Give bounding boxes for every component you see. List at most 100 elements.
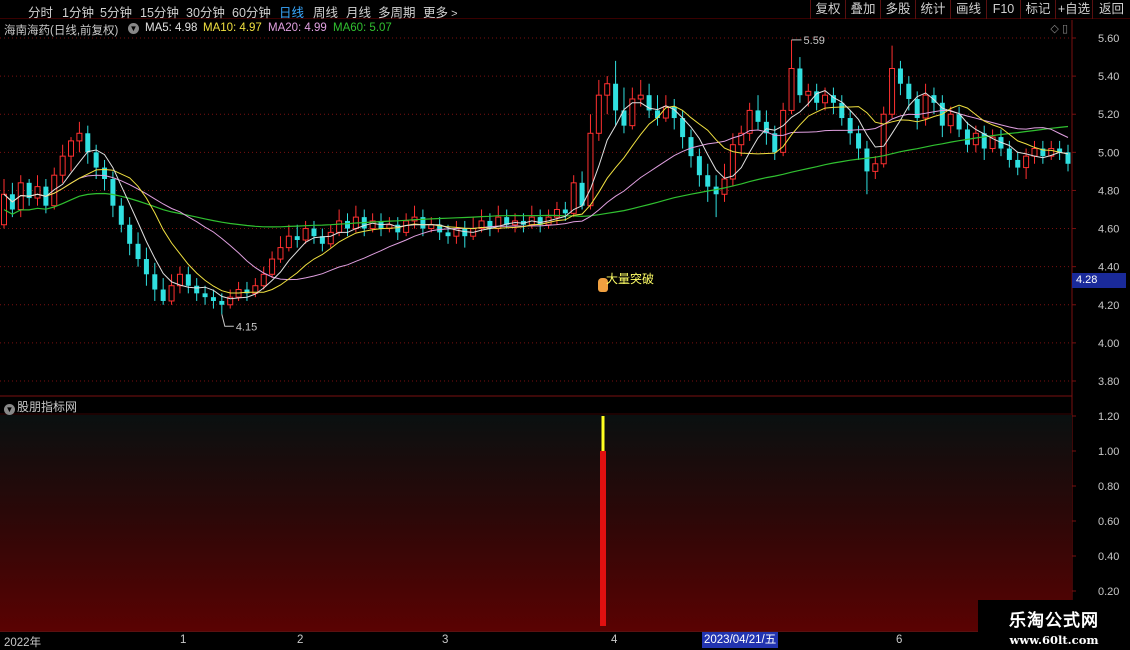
candle-body-down	[839, 102, 845, 119]
candle-body-up	[595, 94, 602, 134]
candle-body-up	[972, 132, 979, 146]
candle-body-up	[1, 193, 7, 226]
candle-body-down	[210, 297, 216, 301]
candle-body-down	[311, 228, 317, 237]
date-axis: 2022年 1 2 3 4 2023/04/21/五 6	[0, 631, 1072, 650]
indicator-axis-label: 0.60	[1098, 516, 1119, 528]
candle-body-up	[68, 140, 75, 157]
date-label-month-3: 3	[442, 634, 449, 646]
candle-body-down	[219, 300, 225, 305]
date-label-month-6: 6	[896, 634, 903, 646]
candle-body-down	[127, 224, 133, 244]
price-axis-label: 3.80	[1098, 376, 1119, 388]
candle-body-up	[889, 67, 896, 115]
candle-body-down	[93, 152, 99, 168]
indicator-axis-label: 0.80	[1098, 481, 1119, 493]
price-axis-label: 4.00	[1098, 338, 1119, 350]
candle-body-up	[788, 67, 795, 111]
candle-body-down	[981, 133, 987, 149]
candle-body-down	[864, 148, 870, 172]
candle-body-down	[847, 118, 853, 134]
indicator-axis-label: 1.20	[1098, 411, 1119, 423]
candle-body-down	[152, 274, 158, 290]
candle-body-down	[680, 118, 686, 138]
candle-body-down	[897, 68, 903, 84]
signal-label: 大量突破	[598, 270, 654, 287]
candle-body-up	[34, 186, 41, 199]
candle-body-down	[445, 232, 451, 237]
candle-body-down	[562, 209, 568, 214]
watermark-url: www.60lt.com	[1009, 633, 1099, 647]
signal-bar	[600, 451, 606, 626]
current-price-tag: 4.28	[1072, 273, 1126, 288]
signal-text: 大量突破	[606, 272, 655, 286]
candle-body-up	[336, 220, 343, 233]
candle-body-down	[856, 133, 862, 149]
candle-body-down	[160, 289, 166, 301]
candle-body-up	[587, 132, 594, 207]
candle-body-up	[947, 113, 954, 127]
candle-body-up	[403, 220, 410, 233]
candle-body-down	[914, 98, 920, 119]
candle-body-up	[746, 109, 753, 134]
price-axis-label: 5.00	[1098, 147, 1119, 159]
candle-body-down	[964, 129, 970, 145]
low-marker-line	[221, 314, 234, 327]
candle-body-up	[637, 94, 644, 100]
candle-body-up	[76, 132, 83, 142]
candle-body-up	[285, 235, 292, 249]
price-axis-label: 5.20	[1098, 109, 1119, 121]
candle-body-down	[705, 175, 711, 187]
candle-body-down	[143, 259, 149, 275]
candle-body-down	[202, 293, 208, 298]
date-label-month-4: 4	[611, 634, 618, 646]
high-price-label: 5.59	[804, 35, 825, 47]
candle-body-up	[302, 228, 309, 241]
candle-body-down	[85, 133, 91, 153]
watermark-logo: 乐淘公式网 www.60lt.com	[978, 600, 1130, 650]
candle-body-down	[755, 110, 761, 122]
candle-body-down	[1015, 159, 1021, 168]
candle-body-down	[696, 156, 702, 176]
candle-body-down	[185, 274, 191, 286]
candle-body-down	[135, 243, 141, 260]
candle-body-up	[872, 163, 879, 172]
indicator-toggle-icon[interactable]: ▼	[4, 404, 15, 415]
price-axis-label: 4.20	[1098, 300, 1119, 312]
candle-body-up	[604, 83, 611, 96]
candle-body-down	[956, 114, 962, 130]
candle-body-up	[922, 94, 929, 119]
candle-body-down	[797, 68, 803, 96]
candle-body-up	[59, 155, 66, 176]
candle-body-down	[613, 83, 619, 111]
indicator-panel-background	[0, 415, 1072, 631]
indicator-axis-label: 1.00	[1098, 446, 1119, 458]
ma20-line	[3, 109, 1069, 281]
candle-body-up	[1031, 148, 1038, 157]
candle-body-up	[277, 247, 284, 260]
candle-body-up	[1023, 155, 1030, 169]
price-axis-label: 4.40	[1098, 262, 1119, 274]
candle-body-up	[260, 273, 267, 287]
candle-body-down	[194, 285, 200, 294]
candle-body-up	[51, 174, 58, 207]
candle-body-down	[118, 205, 124, 225]
indicator-title[interactable]: ▼ 股朋指标网	[4, 398, 77, 415]
indicator-axis-label: 0.20	[1098, 586, 1119, 598]
candle-body-down	[906, 83, 912, 99]
candle-body-down	[462, 228, 468, 237]
candle-body-up	[168, 285, 175, 302]
indicator-axis-label: 0.40	[1098, 551, 1119, 563]
kline-chart[interactable]: 5.60 5.40 5.20 5.00 4.80 4.60 4.40 4.20 4.00 3.80…	[0, 0, 1130, 650]
candle-body-up	[805, 90, 812, 96]
candle-body-down	[772, 133, 778, 153]
watermark-title: 乐淘公式网	[1009, 611, 1099, 630]
candle-body-up	[721, 178, 728, 195]
date-label-month-1: 1	[180, 634, 187, 646]
indicator-name: 股朋指标网	[17, 400, 78, 414]
price-axis-label: 4.80	[1098, 185, 1119, 197]
low-price-label: 4.15	[236, 321, 257, 333]
price-axis-label: 5.40	[1098, 71, 1119, 83]
ma5-line	[3, 90, 1069, 300]
date-label-month-2: 2	[297, 634, 304, 646]
